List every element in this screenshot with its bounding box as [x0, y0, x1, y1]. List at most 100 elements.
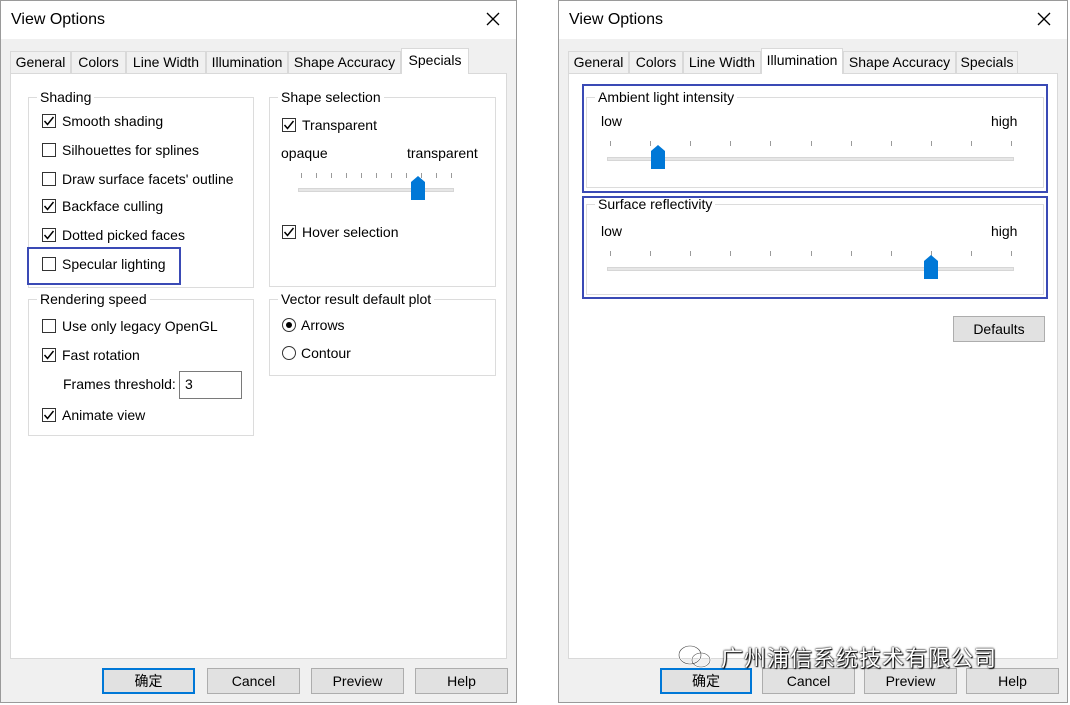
watermark: 广州浦信系统技术有限公司 — [675, 644, 998, 671]
checkbox-box[interactable] — [42, 143, 56, 157]
ok-button[interactable]: 确定 — [102, 668, 195, 694]
transparent-checkbox[interactable]: Transparent — [282, 116, 377, 134]
tab-illumination[interactable]: Illumination — [761, 48, 843, 74]
ambient-high-label: high — [991, 113, 1018, 129]
checkmark-icon — [43, 350, 55, 360]
tab-general[interactable]: General — [568, 51, 629, 73]
slider-tick — [331, 173, 332, 178]
vector-plot-group: Vector result default plot — [269, 291, 496, 376]
tab-shape-accuracy[interactable]: Shape Accuracy — [288, 51, 401, 73]
facets-outline-label: Draw surface facets' outline — [62, 171, 234, 187]
checkmark-icon — [43, 201, 55, 211]
close-icon[interactable] — [1035, 10, 1053, 28]
legacy-opengl-checkbox[interactable]: Use only legacy OpenGL — [42, 317, 218, 335]
slider-tick — [930, 141, 932, 146]
silhouettes-label: Silhouettes for splines — [62, 142, 199, 158]
slider-track[interactable] — [298, 188, 454, 192]
radio-circle[interactable] — [282, 318, 296, 332]
checkmark-icon — [283, 227, 295, 237]
arrows-radio[interactable]: Arrows — [282, 316, 345, 334]
slider-tick — [406, 173, 407, 178]
watermark-text: 广州浦信系统技术有限公司 — [721, 646, 998, 671]
slider-tick — [610, 141, 611, 146]
checkbox-box[interactable] — [42, 228, 56, 242]
title-bar: View Options — [559, 1, 1067, 39]
slider-tick — [730, 141, 732, 146]
preview-button[interactable]: Preview — [311, 668, 404, 694]
help-button[interactable]: Help — [415, 668, 508, 694]
tab-line-width[interactable]: Line Width — [683, 51, 761, 73]
dotted-picked-faces-label: Dotted picked faces — [62, 227, 185, 243]
close-icon[interactable] — [484, 10, 502, 28]
cancel-button[interactable]: Cancel — [207, 668, 300, 694]
view-options-dialog-left: View Options General Colors Line Width I… — [0, 0, 517, 703]
tab-specials[interactable]: Specials — [956, 51, 1018, 73]
contour-radio[interactable]: Contour — [282, 344, 351, 362]
slider-thumb[interactable] — [923, 255, 938, 279]
slider-tick — [376, 173, 377, 178]
checkbox-box[interactable] — [42, 348, 56, 362]
tab-colors[interactable]: Colors — [71, 51, 126, 73]
title-bar: View Options — [1, 1, 516, 39]
specular-lighting-checkbox[interactable]: Specular lighting — [42, 255, 166, 273]
checkbox-box[interactable] — [282, 118, 296, 132]
defaults-button[interactable]: Defaults — [953, 316, 1045, 342]
specials-panel: Shading Smooth shading Silhouettes for s… — [10, 73, 507, 659]
fast-rotation-label: Fast rotation — [62, 347, 140, 363]
slider-track[interactable] — [607, 267, 1014, 271]
facets-outline-checkbox[interactable]: Draw surface facets' outline — [42, 170, 234, 188]
slider-thumb[interactable] — [651, 145, 666, 169]
tab-shape-accuracy[interactable]: Shape Accuracy — [843, 51, 956, 73]
slider-tick — [1011, 251, 1012, 256]
shading-legend: Shading — [37, 89, 95, 105]
slider-tick — [890, 141, 892, 146]
transparent-max-label: transparent — [407, 145, 478, 161]
slider-tick — [346, 173, 347, 178]
slider-tick — [301, 173, 302, 178]
frames-threshold-label: Frames threshold: — [63, 376, 176, 392]
slider-tick — [770, 141, 772, 146]
backface-culling-checkbox[interactable]: Backface culling — [42, 197, 163, 215]
slider-tick — [730, 251, 732, 256]
animate-view-label: Animate view — [62, 407, 146, 423]
slider-tick — [391, 173, 392, 178]
checkbox-box[interactable] — [42, 199, 56, 213]
ambient-light-legend: Ambient light intensity — [595, 89, 738, 105]
slider-thumb[interactable] — [411, 176, 425, 200]
smooth-shading-checkbox[interactable]: Smooth shading — [42, 112, 163, 130]
rendering-speed-legend: Rendering speed — [37, 291, 150, 307]
hover-selection-checkbox[interactable]: Hover selection — [282, 223, 399, 241]
checkbox-box[interactable] — [42, 319, 56, 333]
checkmark-icon — [283, 120, 295, 130]
checkbox-box[interactable] — [42, 257, 56, 271]
frames-threshold-input[interactable]: 3 — [179, 371, 242, 399]
dotted-picked-faces-checkbox[interactable]: Dotted picked faces — [42, 226, 185, 244]
slider-tick — [850, 141, 852, 146]
view-options-dialog-right: View Options General Colors Line Width I… — [558, 0, 1068, 703]
checkbox-box[interactable] — [42, 114, 56, 128]
tab-illumination[interactable]: Illumination — [206, 51, 288, 73]
slider-tick — [810, 141, 812, 146]
fast-rotation-checkbox[interactable]: Fast rotation — [42, 346, 140, 364]
checkbox-box[interactable] — [282, 225, 296, 239]
animate-view-checkbox[interactable]: Animate view — [42, 406, 145, 424]
tab-line-width[interactable]: Line Width — [126, 51, 206, 73]
dialog-title: View Options — [569, 11, 663, 28]
tab-colors[interactable]: Colors — [629, 51, 683, 73]
checkmark-icon — [43, 230, 55, 240]
hover-selection-label: Hover selection — [302, 224, 399, 240]
slider-tick — [690, 141, 692, 146]
checkbox-box[interactable] — [42, 172, 56, 186]
reflectivity-low-label: low — [601, 223, 623, 239]
tab-general[interactable]: General — [10, 51, 71, 73]
slider-tick — [610, 251, 611, 256]
slider-tick — [1011, 141, 1012, 146]
checkbox-box[interactable] — [42, 408, 56, 422]
tab-specials[interactable]: Specials — [401, 48, 469, 74]
silhouettes-checkbox[interactable]: Silhouettes for splines — [42, 141, 199, 159]
shape-selection-legend: Shape selection — [278, 89, 384, 105]
slider-track[interactable] — [607, 157, 1014, 161]
radio-circle[interactable] — [282, 346, 296, 360]
slider-tick — [970, 141, 972, 146]
slider-tick — [850, 251, 852, 256]
